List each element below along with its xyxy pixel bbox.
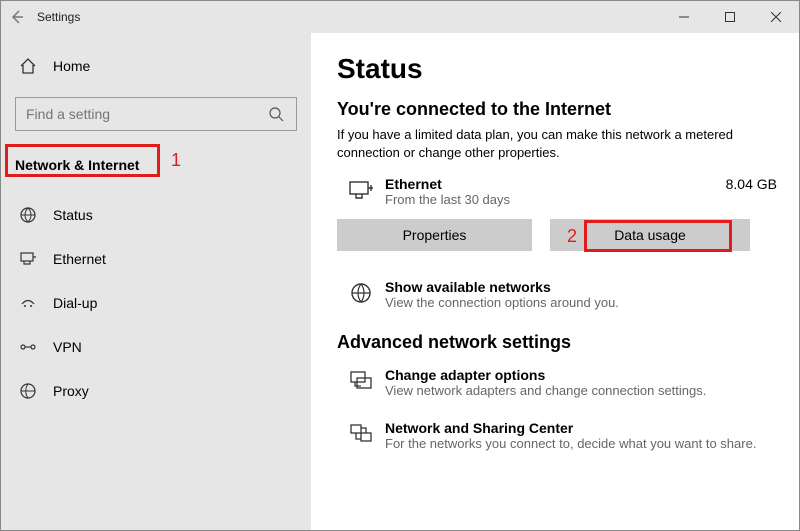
connection-period: From the last 30 days [385,192,726,207]
show-networks-title: Show available networks [385,279,777,295]
connected-description: If you have a limited data plan, you can… [337,126,777,162]
show-networks-sub: View the connection options around you. [385,295,777,310]
globe-icon [337,279,385,305]
sidebar-item-proxy[interactable]: Proxy [1,369,311,413]
sidebar-section-heading: Network & Internet [1,149,311,179]
sidebar-item-status[interactable]: Status [1,193,311,237]
close-icon [771,12,781,22]
home-icon [17,57,39,75]
window-title: Settings [37,10,80,24]
sharing-sub: For the networks you connect to, decide … [385,436,777,451]
connection-row: Ethernet From the last 30 days 8.04 GB [337,176,777,207]
minimize-icon [679,12,689,22]
window-controls [661,1,799,33]
search-input[interactable] [26,106,268,122]
close-button[interactable] [753,1,799,33]
properties-button[interactable]: Properties [337,219,532,251]
maximize-icon [725,12,735,22]
monitor-icon [337,176,385,206]
home-nav[interactable]: Home [1,45,311,87]
advanced-heading: Advanced network settings [337,332,777,353]
adapter-sub: View network adapters and change connect… [385,383,777,398]
sidebar-item-vpn[interactable]: VPN [1,325,311,369]
ethernet-icon [17,250,39,268]
back-button[interactable] [1,1,33,33]
connection-name: Ethernet [385,176,726,192]
sidebar: Home Network & Internet Status Ethernet [1,33,311,530]
page-title: Status [337,53,777,85]
dialup-icon [17,294,39,312]
sharing-center-row[interactable]: Network and Sharing Center For the netwo… [337,420,777,451]
sidebar-item-label: Status [53,207,93,223]
adapter-icon [337,367,385,395]
sharing-icon [337,420,385,448]
sidebar-item-ethernet[interactable]: Ethernet [1,237,311,281]
sidebar-item-label: VPN [53,339,82,355]
search-box[interactable] [15,97,297,131]
adapter-title: Change adapter options [385,367,777,383]
button-row: Properties Data usage [337,219,777,251]
adapter-options-row[interactable]: Change adapter options View network adap… [337,367,777,398]
sidebar-item-label: Ethernet [53,251,106,267]
maximize-button[interactable] [707,1,753,33]
connected-heading: You're connected to the Internet [337,99,777,120]
search-icon [268,106,288,122]
vpn-icon [17,338,39,356]
sidebar-item-label: Proxy [53,383,89,399]
content-pane: Status You're connected to the Internet … [311,33,799,530]
proxy-icon [17,382,39,400]
globe-icon [17,206,39,224]
sidebar-item-label: Dial-up [53,295,97,311]
show-networks-row[interactable]: Show available networks View the connect… [337,279,777,310]
minimize-button[interactable] [661,1,707,33]
data-usage-button[interactable]: Data usage [550,219,750,251]
home-label: Home [53,58,90,74]
arrow-left-icon [9,9,25,25]
sidebar-item-dialup[interactable]: Dial-up [1,281,311,325]
sharing-title: Network and Sharing Center [385,420,777,436]
connection-usage: 8.04 GB [726,176,777,192]
titlebar: Settings [1,1,799,33]
